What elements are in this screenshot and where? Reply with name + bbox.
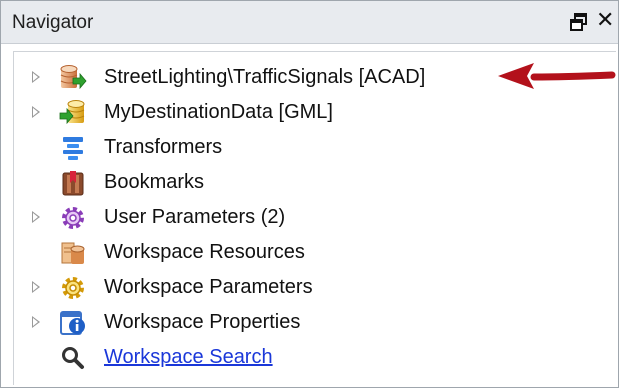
tree-item-workspace-resources[interactable]: Workspace Resources xyxy=(14,236,614,270)
search-icon xyxy=(62,347,84,369)
tree-item-destination-dataset[interactable]: MyDestinationData [GML] xyxy=(14,96,614,130)
tree-item-user-parameters[interactable]: User Parameters (2) xyxy=(14,201,614,235)
tree-item-label: User Parameters (2) xyxy=(104,206,286,228)
expand-arrow-icon[interactable] xyxy=(32,281,40,293)
user-parameters-gear-icon xyxy=(62,207,84,229)
panel-titlebar: Navigator ✕ xyxy=(1,1,618,44)
workspace-parameters-gear-icon xyxy=(62,277,84,299)
close-icon[interactable]: ✕ xyxy=(596,9,614,33)
tree-item-bookmarks[interactable]: Bookmarks xyxy=(14,166,614,200)
expand-arrow-icon[interactable] xyxy=(32,71,40,83)
tree-item-label: Workspace Properties xyxy=(104,311,301,333)
navigator-tree: StreetLighting\TrafficSignals [ACAD] MyD… xyxy=(13,51,616,385)
float-window-icon[interactable] xyxy=(569,12,589,32)
tree-item-label: StreetLighting\TrafficSignals [ACAD] xyxy=(104,66,426,88)
expand-arrow-icon[interactable] xyxy=(32,106,40,118)
tree-item-transformers[interactable]: Transformers xyxy=(14,131,614,165)
tree-item-label: MyDestinationData [GML] xyxy=(104,101,333,123)
annotation-arrow-icon xyxy=(498,63,616,89)
tree-item-label: Workspace Parameters xyxy=(104,276,313,298)
panel-title: Navigator xyxy=(12,12,94,33)
expand-arrow-icon[interactable] xyxy=(32,211,40,223)
workspace-properties-info-icon xyxy=(60,311,85,335)
tree-item-label: Workspace Resources xyxy=(104,241,305,263)
tree-item-workspace-search[interactable]: Workspace Search xyxy=(14,341,614,375)
destination-dataset-icon xyxy=(59,100,85,125)
workspace-search-link[interactable]: Workspace Search xyxy=(104,346,273,369)
tree-item-workspace-properties[interactable]: Workspace Properties xyxy=(14,306,614,340)
tree-item-workspace-parameters[interactable]: Workspace Parameters xyxy=(14,271,614,305)
workspace-resources-icon xyxy=(61,242,85,264)
tree-item-label: Bookmarks xyxy=(104,171,205,193)
source-dataset-icon xyxy=(60,65,87,90)
tree-item-label: Transformers xyxy=(104,136,223,158)
transformers-icon xyxy=(63,137,83,160)
bookmarks-icon xyxy=(62,171,84,196)
expand-arrow-icon[interactable] xyxy=(32,316,40,328)
